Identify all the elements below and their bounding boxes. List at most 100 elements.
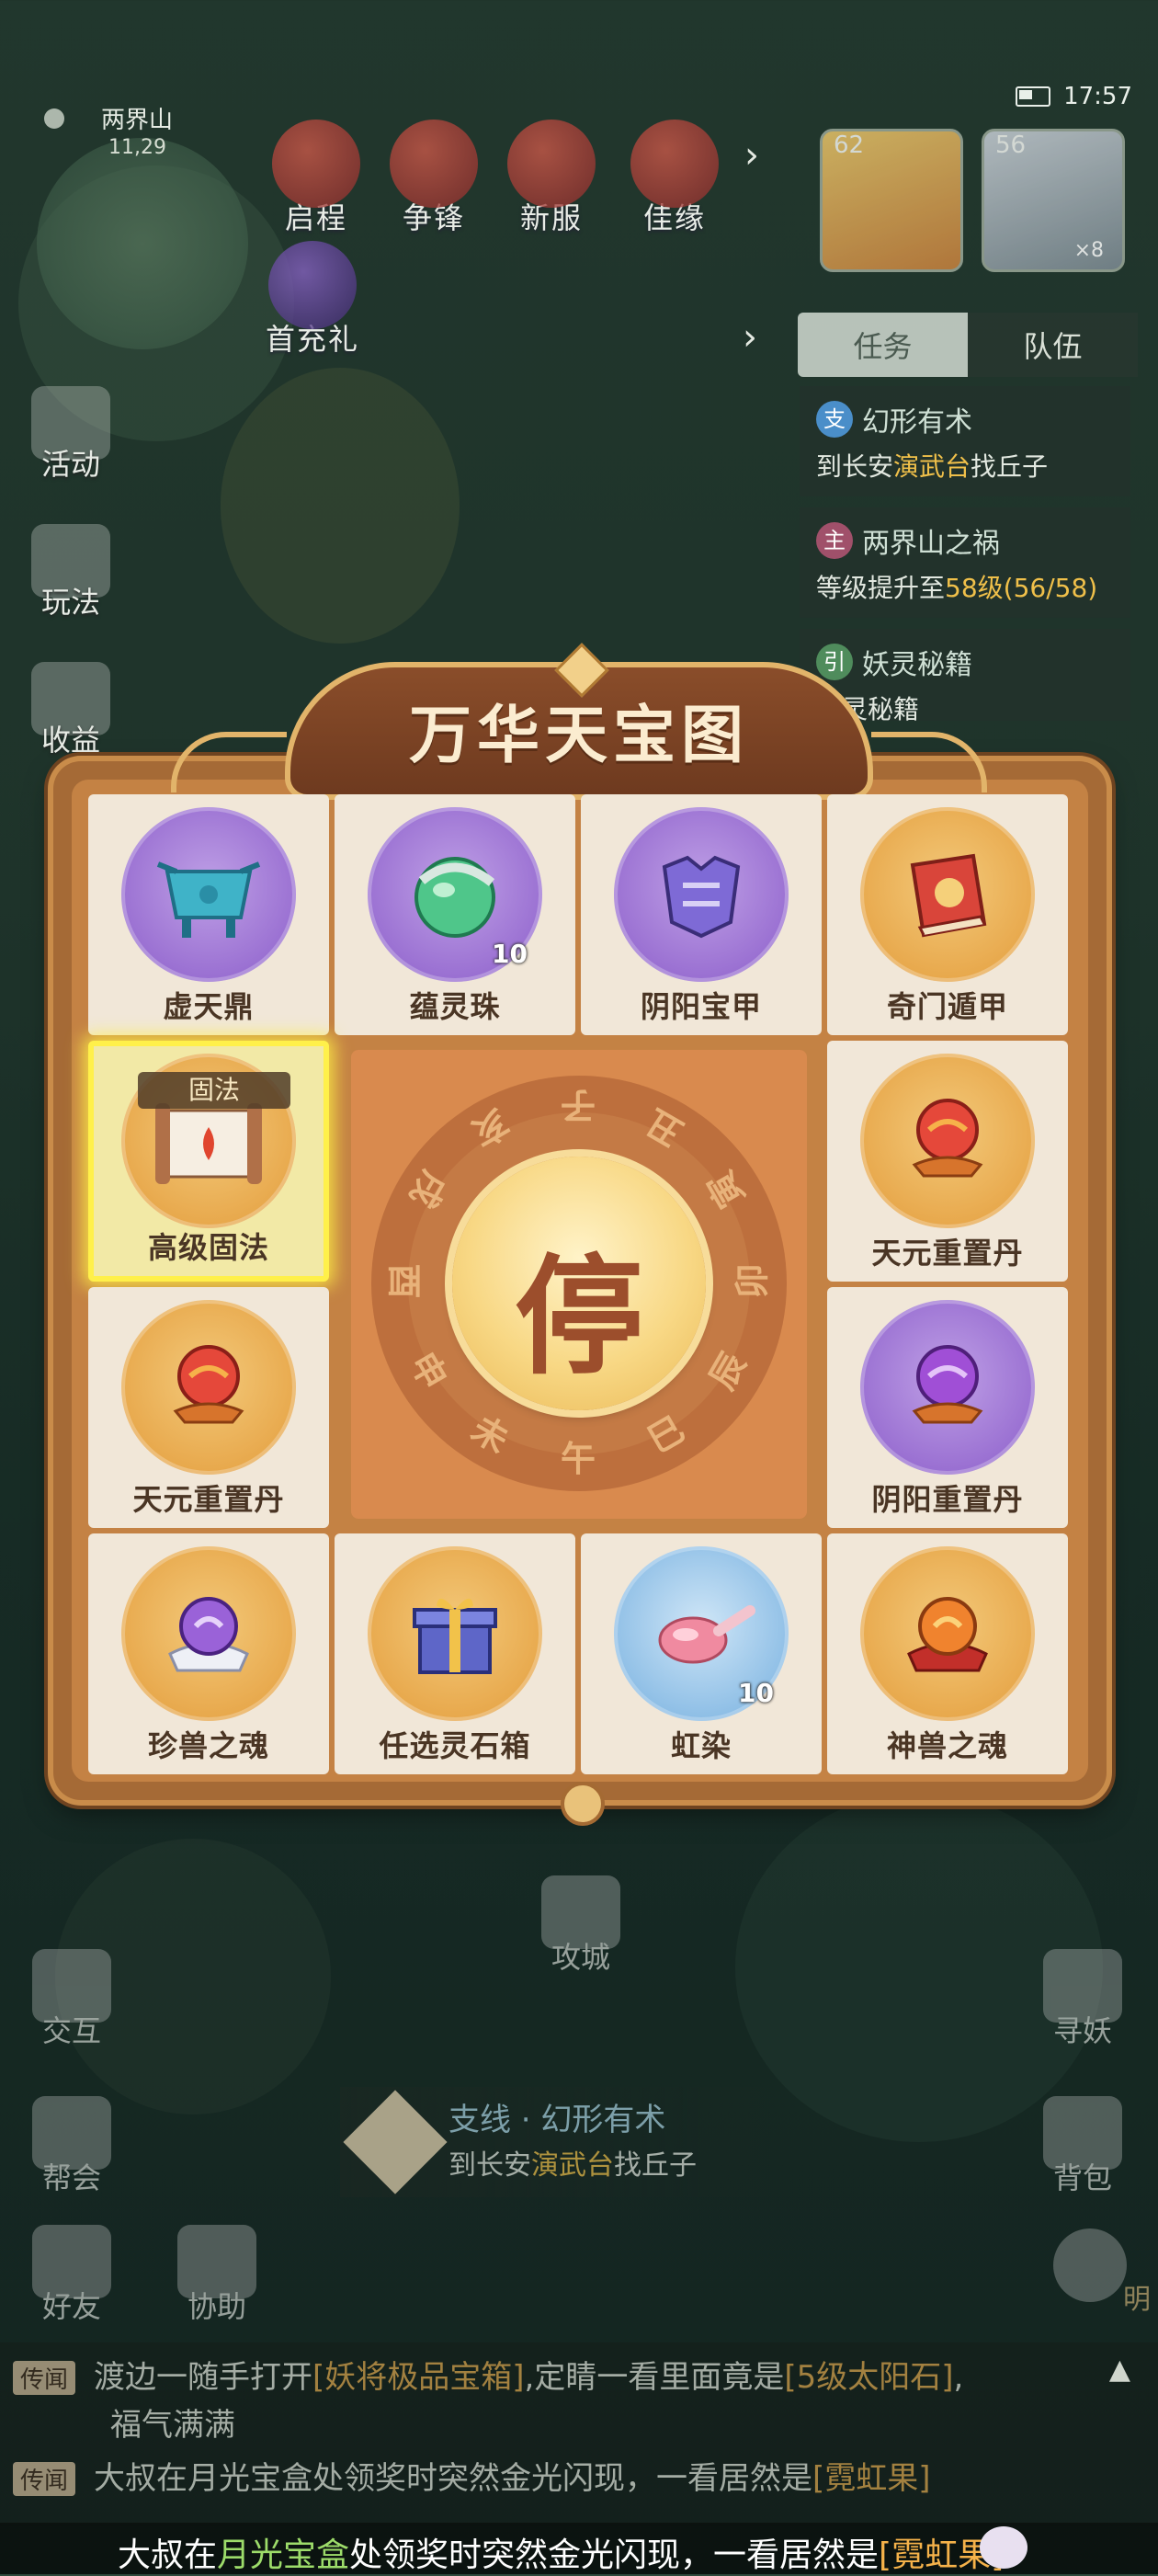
item-name: 天元重置丹 (871, 1236, 1024, 1271)
tab-tasks[interactable]: 任务 (798, 313, 968, 377)
top-icon-zhengfeng[interactable]: 争锋 (379, 120, 489, 237)
task-item[interactable]: 主两界山之祸 等级提升至58级(56/58) (800, 507, 1130, 618)
task-tag: 引 (816, 644, 853, 680)
tab-team[interactable]: 队伍 (968, 313, 1138, 377)
trade-button[interactable]: 交互 (17, 1949, 127, 2050)
prize-cell[interactable]: 10 虹染 (581, 1533, 822, 1774)
quest-tracker[interactable]: 支线 · 幻形有术 到长安演武台找丘子 (340, 2087, 800, 2197)
quest-diamond-icon (343, 2090, 448, 2194)
item-name: 阴阳重置丹 (871, 1482, 1024, 1517)
gameplay-button[interactable]: 玩法 (20, 524, 121, 621)
prize-cell[interactable]: 神兽之魂 (827, 1533, 1068, 1774)
task-title: 两界山之祸 (862, 528, 1000, 560)
minimap[interactable] (37, 138, 248, 349)
task-tag: 支 (816, 401, 853, 438)
item-name: 高级固法 (147, 1230, 269, 1265)
income-button[interactable]: 收益 (20, 662, 121, 759)
zodiac-dial: 子 丑 寅 卯 辰 巳 午 未 申 酉 戌 亥 停 (371, 1076, 787, 1491)
pet-level: 56 (995, 131, 1027, 159)
prize-cell[interactable]: 天元重置丹 (88, 1287, 329, 1528)
flower-icon (1053, 2228, 1127, 2302)
pet-portrait[interactable]: 56 ×8 (982, 129, 1125, 272)
task-tabs: 任务 队伍 (798, 313, 1138, 377)
broadcast-ticker: 大叔在月光宝盒处领奖时突然金光闪现，一看居然是[霓虹果] (0, 2523, 1158, 2574)
seek-demon-button[interactable]: 寻妖 (1027, 1949, 1138, 2050)
item-count: 10 (492, 939, 528, 969)
spirit-pearl-icon (414, 857, 495, 938)
prize-cell[interactable]: 珍兽之魂 (88, 1533, 329, 1774)
task-desc: 到长安 (816, 451, 894, 482)
pet-badge: ×8 (1073, 239, 1104, 262)
stop-label: 停 (514, 1242, 643, 1393)
task-item[interactable]: 支幻形有术 到长安演武台找丘子 (800, 386, 1130, 496)
chat-item-link[interactable]: [5级太阳石] (784, 2359, 953, 2396)
friends-label: 好友 (41, 2289, 101, 2324)
quest-desc-text: 找丘子 (614, 2149, 697, 2182)
bag-button[interactable]: 背包 (1027, 2096, 1138, 2197)
zodiac-char: 午 (561, 1438, 596, 1479)
ticker-highlight: 月光宝盒 (217, 2536, 350, 2574)
dye-spoon-icon (658, 1605, 755, 1664)
siege-button[interactable]: 攻城 (526, 1875, 636, 1977)
item-tag: 固法 (138, 1072, 290, 1109)
prize-cell[interactable]: 阴阳重置丹 (827, 1287, 1068, 1528)
guild-label: 帮会 (41, 2160, 101, 2195)
jiayuan-icon (630, 120, 719, 208)
status-bar: 17:57 (1016, 83, 1132, 110)
task-collapse-chevron-icon[interactable]: › (743, 316, 757, 359)
chat-item-link[interactable]: [妖将极品宝箱] (312, 2359, 525, 2396)
quest-desc-highlight: 演武台 (531, 2149, 614, 2182)
reset-pill-icon (173, 1345, 244, 1424)
prize-cell[interactable]: 10 蕴灵珠 (335, 794, 575, 1035)
item-orb (121, 1300, 296, 1475)
gameplay-label: 玩法 (40, 585, 100, 620)
chat-expand-arrow-icon[interactable]: ▲ (1109, 2354, 1130, 2386)
prize-cell[interactable]: 奇门遁甲 (827, 794, 1068, 1035)
activity-label: 活动 (40, 447, 100, 482)
assist-button[interactable]: 协助 (162, 2225, 272, 2326)
expand-chevron-icon[interactable]: › (744, 134, 759, 177)
activity-button[interactable]: 活动 (20, 386, 121, 484)
stop-button[interactable]: 停 (452, 1157, 706, 1410)
popup-title: 万华天宝图 (408, 699, 749, 772)
first-charge-button[interactable]: 首充礼 (257, 241, 368, 359)
seek-demon-label: 寻妖 (1052, 2013, 1112, 2048)
top-icon-xinfu[interactable]: 新服 (496, 120, 607, 237)
prize-cell-selected[interactable]: 固法 高级固法 (88, 1041, 329, 1282)
quest-title: 支线 · 幻形有术 (448, 2102, 666, 2138)
chat-message: 传闻 大叔在月光宝盒处领奖时突然金光闪现，一看居然是[霓虹果] (13, 2453, 931, 2498)
location-coords: 11,29 (108, 136, 166, 159)
guild-button[interactable]: 帮会 (17, 2096, 127, 2197)
prize-cell[interactable]: 天元重置丹 (827, 1041, 1068, 1282)
popup-title-banner: 万华天宝图 (171, 643, 987, 800)
item-orb (860, 1300, 1035, 1475)
prize-cell[interactable]: 任选灵石箱 (335, 1533, 575, 1774)
menu-flower-button[interactable] (1044, 2228, 1136, 2302)
clock: 17:57 (1063, 83, 1132, 110)
chat-text: , (953, 2359, 964, 2396)
zhengfeng-icon (390, 120, 478, 208)
task-title: 妖灵秘籍 (862, 649, 972, 681)
assist-label: 协助 (187, 2289, 246, 2324)
chat-message-continued: 福气满满 (110, 2407, 235, 2444)
task-desc: 等级提升至 (816, 573, 946, 603)
chat-item-link[interactable]: [霓虹果] (812, 2460, 931, 2497)
item-name: 天元重置丹 (132, 1482, 285, 1517)
armor-icon (662, 855, 741, 939)
hero-portrait[interactable]: 62 (820, 129, 963, 272)
top-icon-jiayuan[interactable]: 佳缘 (619, 120, 730, 237)
chat-panel[interactable]: 传闻 渡边一随手打开[妖将极品宝箱],定睛一看里面竟是[5级太阳石], 福气满满 … (0, 2342, 1158, 2526)
chat-text: 大叔在月光宝盒处领奖时突然金光闪现，一看居然是 (94, 2460, 813, 2497)
prize-cell[interactable]: 阴阳宝甲 (581, 794, 822, 1035)
item-orb (368, 1546, 542, 1721)
item-name: 任选灵石箱 (379, 1728, 531, 1763)
reset-pill-icon (912, 1099, 983, 1178)
chat-message: 传闻 渡边一随手打开[妖将极品宝箱],定睛一看里面竟是[5级太阳石], (13, 2352, 963, 2397)
qicheng-icon (272, 120, 360, 208)
xinfu-icon (507, 120, 596, 208)
prize-cell[interactable]: 虚天鼎 (88, 794, 329, 1035)
chat-channel-badge: 传闻 (13, 2361, 76, 2395)
friends-button[interactable]: 好友 (17, 2225, 127, 2326)
ticker-text: 大叔在 (118, 2536, 218, 2574)
top-icon-qicheng[interactable]: 启程 (261, 120, 371, 237)
